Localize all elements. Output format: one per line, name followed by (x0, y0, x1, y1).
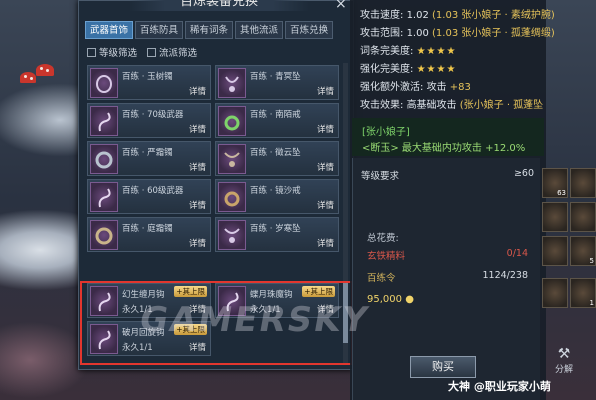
coin-icon: ● (405, 294, 414, 305)
footer-brand: 大神 @职业玩家小萌 (448, 380, 551, 393)
inventory-slot[interactable] (570, 168, 596, 198)
pendant-icon (218, 220, 246, 250)
attack-range-stat: 攻击范围: 1.00 (1.03 张小娘子 · 孤蓬绸缎) (360, 28, 555, 39)
level-requirement-value: ≥60 (513, 168, 534, 179)
tab-exchange[interactable]: 百炼兑换 (285, 21, 334, 39)
close-icon[interactable]: × (335, 0, 347, 12)
cost-material-name[interactable]: 玄铁精料 (367, 248, 405, 262)
cost-token-value: 1124/238 (482, 270, 528, 281)
cost-material-value: 0/14 (506, 248, 528, 259)
category-tabs: 武器首饰 百练防具 稀有词条 其他流派 百炼兑换 (85, 21, 334, 39)
pendant-icon (218, 68, 246, 98)
level-requirement-label: 等级要求 (361, 171, 400, 182)
shop-item[interactable]: 百练 · 70级武器 详情 (87, 103, 211, 138)
mushroom-decoration (20, 72, 36, 83)
enhance-perfection: 强化完美度: ★★★★ (360, 64, 457, 75)
watermark: GAMERSKY (136, 300, 373, 340)
inventory-slot[interactable] (570, 202, 596, 232)
tab-rare-affix[interactable]: 稀有词条 (185, 21, 234, 39)
detail-link[interactable]: 详情 (189, 85, 206, 97)
detail-link[interactable]: 详情 (317, 237, 334, 249)
bracelet-icon (90, 220, 118, 250)
money-amount: 95,000 ● (367, 294, 414, 305)
filters-row: 等级筛选 流派筛选 (87, 45, 197, 59)
inventory-slot[interactable] (542, 202, 568, 232)
buy-button[interactable]: 购买 (410, 356, 476, 378)
star-rating-icon: ★★★★ (416, 46, 457, 57)
detail-link[interactable]: 详情 (189, 161, 206, 173)
detail-link[interactable]: 详情 (317, 85, 334, 97)
ring-icon (218, 182, 246, 212)
shop-item[interactable]: 百练 · 庭霜镯 详情 (87, 217, 211, 252)
detail-link[interactable]: 详情 (317, 199, 334, 211)
cost-token-name[interactable]: 百练令 (367, 270, 396, 284)
shop-item[interactable]: 百练 · 岁寒坠 详情 (215, 217, 339, 252)
inventory-slot[interactable] (542, 278, 568, 308)
detail-link[interactable]: 详情 (317, 123, 334, 135)
school-filter-checkbox[interactable]: 流派筛选 (147, 45, 197, 59)
shop-item[interactable]: 百练 · 南陌戒 详情 (215, 103, 339, 138)
hammer-icon: ⚒ (557, 346, 571, 362)
affix-perfection: 词条完美度: ★★★★ (360, 46, 457, 57)
attack-speed-stat: 攻击速度: 1.02 (1.03 张小娘子 · 素绒护腕) (360, 10, 555, 21)
shop-item[interactable]: 百练 · 60级武器 详情 (87, 179, 211, 214)
total-cost-label: 总花费: (367, 233, 399, 244)
inventory-slot[interactable]: 1 (570, 278, 596, 308)
set-name: [张小娘子] (362, 127, 410, 138)
star-rating-icon: ★★★★ (416, 64, 457, 75)
decompose-button[interactable]: ⚒ 分解 (552, 346, 576, 375)
tab-other-school[interactable]: 其他流派 (235, 21, 284, 39)
enhance-extra-activation: 强化额外激活: 攻击 +83 (360, 82, 471, 93)
detail-link[interactable]: 详情 (189, 237, 206, 249)
hook-weapon-icon (90, 182, 118, 212)
tab-weapons-jewelry[interactable]: 武器首饰 (85, 21, 134, 39)
hook-weapon-icon (90, 106, 118, 136)
set-bonus-box: [张小娘子] <断玉> 最大基础内功攻击 +12.0% (352, 118, 544, 156)
bracelet-icon (90, 144, 118, 174)
panel-title: 百炼装备兑换 (129, 0, 309, 11)
detail-link[interactable]: 详情 (317, 161, 334, 173)
pendant-icon (218, 144, 246, 174)
shop-item[interactable]: 百练 · 玉树镯 详情 (87, 65, 211, 100)
inventory-slot[interactable] (542, 236, 568, 266)
detail-link[interactable]: 详情 (189, 123, 206, 135)
checkbox-icon (87, 48, 96, 57)
inventory-slot[interactable]: 5 (570, 236, 596, 266)
level-filter-checkbox[interactable]: 等级筛选 (87, 45, 137, 59)
inventory-slot[interactable]: 63 (542, 168, 568, 198)
detail-link[interactable]: 详情 (189, 199, 206, 211)
mushroom-decoration (36, 64, 54, 76)
shop-item[interactable]: 百练 · 青冥坠 详情 (215, 65, 339, 100)
ring-icon (218, 106, 246, 136)
checkbox-icon (147, 48, 157, 57)
tab-armor[interactable]: 百练防具 (135, 21, 184, 39)
attack-effect: 攻击效果: 高基础攻击 (张小娘子 · 孤蓬坠 (360, 100, 544, 111)
shop-item[interactable]: 百练 · 镜沙戒 详情 (215, 179, 339, 214)
bracelet-icon (90, 68, 118, 98)
shop-item[interactable]: 百练 · 严霜镯 详情 (87, 141, 211, 176)
shop-item[interactable]: 百练 · 徵云坠 详情 (215, 141, 339, 176)
set-effect: <断玉> 最大基础内功攻击 +12.0% (362, 143, 526, 154)
